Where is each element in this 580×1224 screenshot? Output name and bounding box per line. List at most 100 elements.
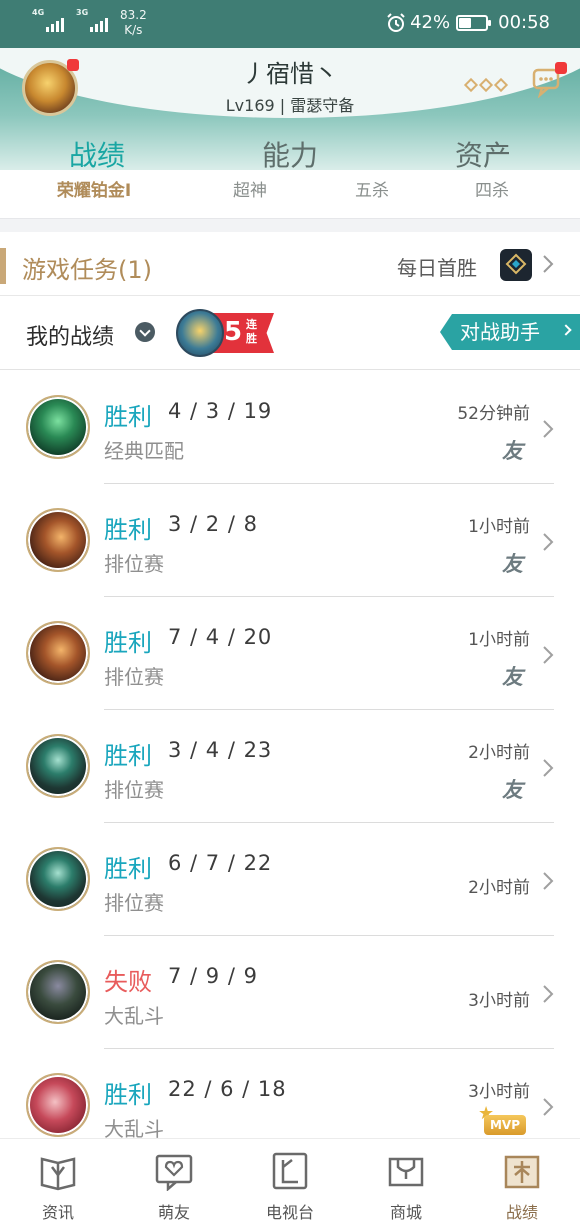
chevron-right-icon (543, 759, 554, 777)
message-icon[interactable] (532, 62, 567, 99)
win-streak-label: 连胜 (246, 318, 257, 345)
match-time: 1小时前 (468, 630, 530, 650)
champion-avatar (26, 508, 90, 572)
battle-assistant-label: 对战助手 (460, 320, 540, 344)
match-row[interactable]: 失败 7 / 9 / 9 大乱斗 3小时前 (0, 936, 580, 1049)
match-time: 52分钟前 (457, 404, 530, 424)
match-result: 胜利 (104, 855, 152, 883)
network-type-1: 4G (32, 8, 45, 17)
records-icon (504, 1155, 540, 1189)
match-time: 2小时前 (468, 743, 530, 763)
match-list: 胜利 4 / 3 / 19 经典匹配 52分钟前 友 胜利 3 / 2 / 8 … (0, 371, 580, 1162)
champion-avatar (26, 734, 90, 798)
section-accent-bar (0, 248, 6, 284)
match-result: 失败 (104, 968, 152, 996)
nav-records-label: 战绩 (505, 1203, 538, 1222)
champion-avatar (26, 1073, 90, 1137)
mvp-label: MVP (484, 1115, 526, 1135)
nav-news[interactable]: 资讯 (0, 1139, 116, 1224)
mvp-badge: ★ MVP (478, 1103, 526, 1137)
news-icon (40, 1157, 76, 1191)
rank-tier: 荣耀铂金Ⅰ (56, 181, 132, 201)
alarm-icon (387, 12, 405, 32)
stat-penta-kill: 五杀 (355, 181, 389, 201)
chevron-right-icon (543, 533, 554, 551)
champion-avatar (26, 960, 90, 1024)
match-kda: 7 / 9 / 9 (168, 964, 258, 988)
match-mode: 排位赛 (104, 778, 164, 802)
match-kda: 6 / 7 / 22 (168, 851, 273, 875)
my-records-header: 我的战绩 5 连胜 对战助手 (0, 297, 580, 370)
stat-quadra-kill: 四杀 (475, 181, 509, 201)
match-row[interactable]: 胜利 3 / 2 / 8 排位赛 1小时前 友 (0, 484, 580, 597)
champion-avatar (26, 395, 90, 459)
win-streak-count: 5 (224, 317, 243, 347)
daily-win-badge-icon (500, 249, 532, 281)
chevron-right-icon (543, 646, 554, 664)
chevron-right-icon (543, 872, 554, 890)
champion-avatar (26, 847, 90, 911)
friend-badge: 友 (502, 778, 523, 802)
game-tasks-title: 游戏任务(1) (22, 256, 152, 284)
message-notification-dot (555, 62, 567, 74)
match-result: 胜利 (104, 516, 152, 544)
battery-icon (456, 14, 492, 31)
match-mode: 排位赛 (104, 665, 164, 689)
match-row[interactable]: 胜利 6 / 7 / 22 排位赛 2小时前 (0, 823, 580, 936)
bottom-navigation: 资讯 萌友 电视台 商城 战绩 (0, 1138, 580, 1224)
match-kda: 3 / 4 / 23 (168, 738, 273, 762)
chevron-right-icon (543, 1098, 554, 1116)
match-time: 3小时前 (468, 1082, 530, 1102)
friend-badge: 友 (502, 552, 523, 576)
match-kda: 7 / 4 / 20 (168, 625, 273, 649)
match-mode: 经典匹配 (104, 439, 184, 463)
nav-tv[interactable]: 电视台 (232, 1139, 348, 1224)
my-records-title[interactable]: 我的战绩 (26, 319, 114, 351)
shop-icon (388, 1157, 424, 1187)
match-kda: 4 / 3 / 19 (168, 399, 273, 423)
nav-tv-label: 电视台 (265, 1203, 314, 1222)
tab-assets[interactable]: 资产 (413, 134, 553, 174)
daily-first-win-label: 每日首胜 (397, 256, 477, 280)
stat-legendary: 超神 (233, 181, 267, 201)
tv-icon (272, 1152, 308, 1190)
chevron-right-icon (543, 255, 554, 273)
friend-badge: 友 (502, 439, 523, 463)
match-mode: 排位赛 (104, 891, 164, 915)
match-kda: 3 / 2 / 8 (168, 512, 258, 536)
clock: 00:58 (498, 12, 550, 33)
match-time: 1小时前 (468, 517, 530, 537)
game-tasks-row[interactable]: 游戏任务(1) 每日首胜 (0, 232, 580, 296)
chevron-right-icon (543, 985, 554, 1003)
signal-4g-icon: 4G (32, 8, 66, 32)
nav-shop[interactable]: 商城 (348, 1139, 464, 1224)
match-result: 胜利 (104, 629, 152, 657)
match-kda: 22 / 6 / 18 (168, 1077, 287, 1101)
match-row[interactable]: 胜利 4 / 3 / 19 经典匹配 52分钟前 友 (0, 371, 580, 484)
tab-ability[interactable]: 能力 (220, 134, 360, 174)
friend-badge: 友 (502, 665, 523, 689)
network-speed: 83.2 K/s (120, 8, 147, 38)
friends-icon (155, 1154, 193, 1191)
nav-news-label: 资讯 (41, 1203, 74, 1222)
chevron-right-icon (543, 420, 554, 438)
chevron-right-icon (560, 324, 572, 336)
tab-records[interactable]: 战绩 (27, 134, 167, 174)
streak-avatar (176, 309, 224, 357)
match-row[interactable]: 胜利 7 / 4 / 20 排位赛 1小时前 友 (0, 597, 580, 710)
battle-assistant-button[interactable]: 对战助手 (440, 314, 580, 350)
champion-avatar (26, 621, 90, 685)
match-row[interactable]: 胜利 3 / 4 / 23 排位赛 2小时前 友 (0, 710, 580, 823)
signal-3g-icon: 3G (76, 8, 110, 32)
chevron-down-icon[interactable] (135, 322, 155, 342)
nav-friends[interactable]: 萌友 (116, 1139, 232, 1224)
match-mode: 大乱斗 (104, 1004, 164, 1028)
section-divider (0, 218, 580, 232)
network-speed-unit: K/s (124, 23, 143, 37)
match-result: 胜利 (104, 742, 152, 770)
more-options-icon[interactable] (463, 77, 509, 93)
network-speed-value: 83.2 (120, 8, 147, 22)
match-result: 胜利 (104, 403, 152, 431)
nav-records[interactable]: 战绩 (464, 1139, 580, 1224)
network-type-2: 3G (76, 8, 89, 17)
